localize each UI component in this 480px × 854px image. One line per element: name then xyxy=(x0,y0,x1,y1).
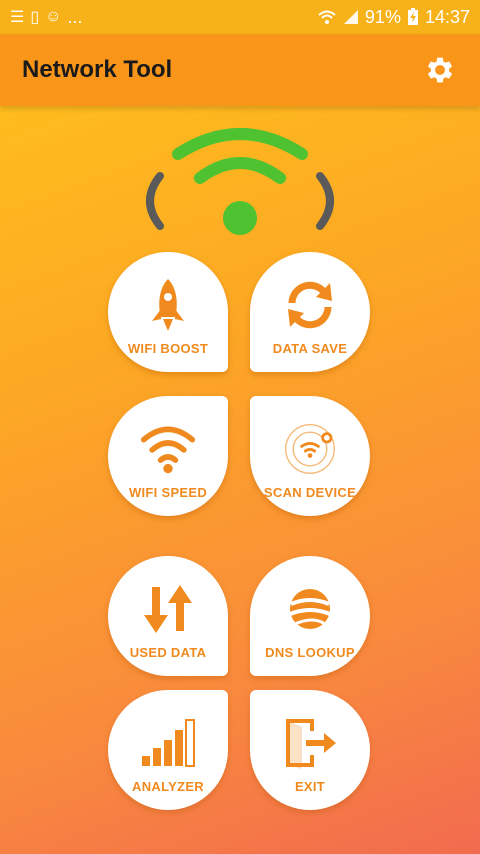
transfer-arrows-icon xyxy=(140,581,196,637)
wifi-speed-button[interactable]: WIFI SPEED xyxy=(108,396,228,516)
cell-signal-icon xyxy=(343,10,358,24)
battery-charging-icon xyxy=(407,8,418,25)
wifi-signal-icon xyxy=(140,421,196,477)
gear-icon xyxy=(427,57,453,83)
clock: 14:37 xyxy=(424,6,470,27)
face-icon: ☺ xyxy=(45,8,62,25)
sim-icon: ▯ xyxy=(30,9,40,26)
status-bar: ☰ ▯ ☺ ... 91% 14:37 xyxy=(0,0,480,34)
wifi-boost-label: WIFI BOOST xyxy=(127,341,209,356)
globe-icon xyxy=(282,581,338,637)
analyzer-label: ANALYZER xyxy=(132,779,204,794)
status-ellipsis: ... xyxy=(67,6,83,27)
scan-device-label: SCAN DEVICE xyxy=(263,485,357,500)
data-save-label: DATA SAVE xyxy=(272,341,348,356)
wifi-boost-button[interactable]: WIFI BOOST xyxy=(108,252,228,372)
app-bar: Network Tool xyxy=(0,34,480,106)
exit-icon xyxy=(282,715,338,771)
exit-label: EXIT xyxy=(294,779,326,794)
battery-percent: 91% xyxy=(364,6,401,27)
dns-lookup-button[interactable]: DNS LOOKUP xyxy=(250,556,370,676)
settings-button[interactable] xyxy=(422,52,458,88)
dns-lookup-label: DNS LOOKUP xyxy=(265,645,355,660)
used-data-label: USED DATA xyxy=(129,645,207,660)
wifi-speed-label: WIFI SPEED xyxy=(128,485,208,500)
used-data-button[interactable]: USED DATA xyxy=(108,556,228,676)
data-save-button[interactable]: DATA SAVE xyxy=(250,252,370,372)
analyzer-button[interactable]: ANALYZER xyxy=(108,690,228,810)
scan-device-button[interactable]: SCAN DEVICE xyxy=(250,396,370,516)
list-icon: ☰ xyxy=(10,9,25,26)
sync-icon xyxy=(282,277,338,333)
exit-button[interactable]: EXIT xyxy=(250,690,370,810)
app-title: Network Tool xyxy=(22,56,173,83)
rocket-icon xyxy=(140,277,196,333)
signal-bars-icon xyxy=(140,715,196,771)
wifi-logo xyxy=(146,128,334,235)
wifi-status-icon xyxy=(318,10,336,24)
radar-icon xyxy=(282,421,338,477)
